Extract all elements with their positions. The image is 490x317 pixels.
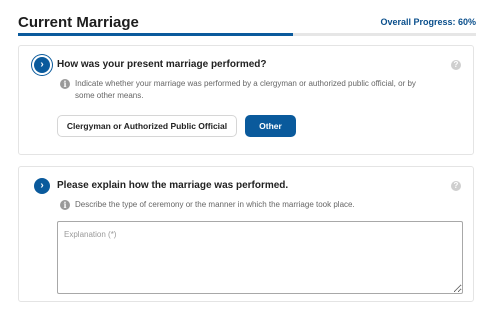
overall-progress-label: Overall Progress: 60% xyxy=(380,17,476,27)
question-text: How was your present marriage performed? xyxy=(57,59,267,70)
question-mark-icon[interactable]: ? xyxy=(451,60,461,70)
question-mark-icon[interactable]: ? xyxy=(451,181,461,191)
chevron-right-icon[interactable]: › xyxy=(34,178,50,194)
question-card-marriage-performed: › How was your present marriage performe… xyxy=(18,45,474,155)
chevron-right-icon[interactable]: › xyxy=(34,57,50,73)
info-icon: i xyxy=(60,79,70,89)
question-card-explanation: › Please explain how the marriage was pe… xyxy=(18,166,474,302)
page-title: Current Marriage xyxy=(18,14,139,31)
explanation-textarea[interactable] xyxy=(57,221,463,294)
question-hint-line-2: some other means. xyxy=(75,91,144,100)
clergyman-official-button[interactable]: Clergyman or Authorized Public Official xyxy=(57,115,237,137)
question-hint-line-1: Indicate whether your marriage was perfo… xyxy=(75,79,416,88)
question-hint: Describe the type of ceremony or the man… xyxy=(75,200,355,209)
question-hint: Indicate whether your marriage was perfo… xyxy=(75,78,416,102)
question-text: Please explain how the marriage was perf… xyxy=(57,180,289,191)
info-icon: i xyxy=(60,200,70,210)
progress-bar xyxy=(18,33,476,36)
other-button[interactable]: Other xyxy=(245,115,296,137)
progress-bar-fill xyxy=(18,33,293,36)
